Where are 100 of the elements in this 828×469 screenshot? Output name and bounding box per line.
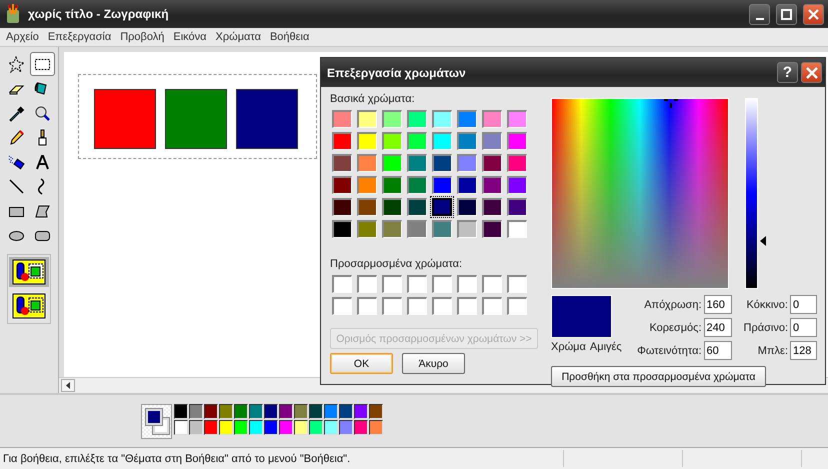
palette-swatch[interactable] xyxy=(339,404,353,418)
color-swatch[interactable] xyxy=(432,220,452,238)
color-swatch[interactable] xyxy=(432,154,452,172)
color-swatch[interactable] xyxy=(332,220,352,238)
color-swatch[interactable] xyxy=(457,132,477,150)
input-field[interactable]: 60 xyxy=(704,341,732,360)
cancel-button[interactable]: Άκυρο xyxy=(402,353,465,374)
custom-color-swatch[interactable] xyxy=(507,297,527,315)
color-swatch[interactable] xyxy=(482,110,502,128)
menu-item[interactable]: Εικόνα xyxy=(169,31,212,43)
custom-color-swatch[interactable] xyxy=(332,297,352,315)
palette-swatch[interactable] xyxy=(309,420,323,434)
palette-swatch[interactable] xyxy=(294,404,308,418)
color-swatch[interactable] xyxy=(482,176,502,194)
custom-color-swatch[interactable] xyxy=(382,297,402,315)
color-swatch[interactable] xyxy=(332,154,352,172)
palette-swatch[interactable] xyxy=(369,420,383,434)
color-swatch[interactable] xyxy=(407,176,427,194)
palette-swatch[interactable] xyxy=(189,404,203,418)
palette-swatch[interactable] xyxy=(264,404,278,418)
palette-swatch[interactable] xyxy=(249,420,263,434)
color-swatch[interactable] xyxy=(482,154,502,172)
color-swatch[interactable] xyxy=(457,110,477,128)
maximize-button[interactable] xyxy=(776,4,797,24)
custom-color-swatch[interactable] xyxy=(507,275,527,293)
ok-button[interactable]: OK xyxy=(330,353,393,374)
color-swatch[interactable] xyxy=(382,220,402,238)
color-swatch[interactable] xyxy=(332,198,352,216)
color-swatch[interactable] xyxy=(432,110,452,128)
color-swatch[interactable] xyxy=(332,110,352,128)
menu-item[interactable]: Βοήθεια xyxy=(266,31,314,43)
palette-swatch[interactable] xyxy=(279,404,293,418)
palette-swatch[interactable] xyxy=(354,420,368,434)
palette-swatch[interactable] xyxy=(219,420,233,434)
color-swatch[interactable] xyxy=(407,220,427,238)
custom-color-swatch[interactable] xyxy=(457,275,477,293)
color-swatch[interactable] xyxy=(382,110,402,128)
color-swatch[interactable] xyxy=(357,132,377,150)
color-swatch[interactable] xyxy=(382,154,402,172)
menu-item[interactable]: Προβολή xyxy=(116,31,170,43)
close-button[interactable] xyxy=(803,4,824,24)
color-swatch[interactable] xyxy=(457,154,477,172)
color-swatch[interactable] xyxy=(482,132,502,150)
input-field[interactable]: 240 xyxy=(704,318,732,337)
color-swatch[interactable] xyxy=(457,198,477,216)
color-swatch[interactable] xyxy=(432,176,452,194)
custom-color-swatch[interactable] xyxy=(482,297,502,315)
color-swatch[interactable] xyxy=(407,154,427,172)
color-swatch[interactable] xyxy=(357,220,377,238)
color-swatch[interactable] xyxy=(457,220,477,238)
color-swatch[interactable] xyxy=(357,176,377,194)
palette-swatch[interactable] xyxy=(174,420,188,434)
palette-swatch[interactable] xyxy=(339,420,353,434)
palette-swatch[interactable] xyxy=(264,420,278,434)
color-swatch[interactable] xyxy=(457,176,477,194)
palette-swatch[interactable] xyxy=(204,420,218,434)
color-swatch[interactable] xyxy=(482,198,502,216)
custom-color-swatch[interactable] xyxy=(482,275,502,293)
menu-item[interactable]: Επεξεργασία xyxy=(44,31,116,43)
color-swatch[interactable] xyxy=(482,220,502,238)
palette-swatch[interactable] xyxy=(309,404,323,418)
palette-swatch[interactable] xyxy=(294,420,308,434)
tool-button[interactable] xyxy=(30,52,54,76)
input-field[interactable]: 0 xyxy=(790,295,817,314)
help-button[interactable]: ? xyxy=(777,62,798,83)
color-swatch[interactable] xyxy=(407,110,427,128)
color-swatch[interactable] xyxy=(407,198,427,216)
input-field[interactable]: 128 xyxy=(790,341,817,360)
custom-color-swatch[interactable] xyxy=(407,275,427,293)
palette-swatch[interactable] xyxy=(324,404,338,418)
palette-swatch[interactable] xyxy=(354,404,368,418)
palette-swatch[interactable] xyxy=(279,420,293,434)
palette-swatch[interactable] xyxy=(219,404,233,418)
color-swatch[interactable] xyxy=(382,176,402,194)
scroll-left-button[interactable] xyxy=(61,379,75,392)
custom-color-swatch[interactable] xyxy=(382,275,402,293)
color-swatch[interactable] xyxy=(382,198,402,216)
palette-swatch[interactable] xyxy=(234,420,248,434)
color-swatch[interactable] xyxy=(507,176,527,194)
color-swatch[interactable] xyxy=(507,198,527,216)
close-button[interactable] xyxy=(801,62,822,83)
custom-color-swatch[interactable] xyxy=(432,275,452,293)
input-field[interactable]: 0 xyxy=(790,318,817,337)
palette-swatch[interactable] xyxy=(174,404,188,418)
custom-color-swatch[interactable] xyxy=(432,297,452,315)
selection-marquee[interactable] xyxy=(78,74,317,159)
color-swatch[interactable] xyxy=(332,132,352,150)
add-to-custom-colors-button[interactable]: Προσθήκη στα προσαρμοσμένα χρώματα xyxy=(551,366,766,387)
custom-color-swatch[interactable] xyxy=(357,275,377,293)
color-spectrum[interactable] xyxy=(551,98,729,289)
color-swatch[interactable] xyxy=(357,198,377,216)
custom-color-swatch[interactable] xyxy=(357,297,377,315)
color-swatch[interactable] xyxy=(382,132,402,150)
custom-color-swatch[interactable] xyxy=(407,297,427,315)
color-swatch[interactable] xyxy=(432,132,452,150)
menu-item[interactable]: Χρώματα xyxy=(212,31,266,43)
color-swatch[interactable] xyxy=(357,110,377,128)
color-swatch[interactable] xyxy=(432,198,452,216)
palette-swatch[interactable] xyxy=(369,404,383,418)
color-swatch[interactable] xyxy=(407,132,427,150)
